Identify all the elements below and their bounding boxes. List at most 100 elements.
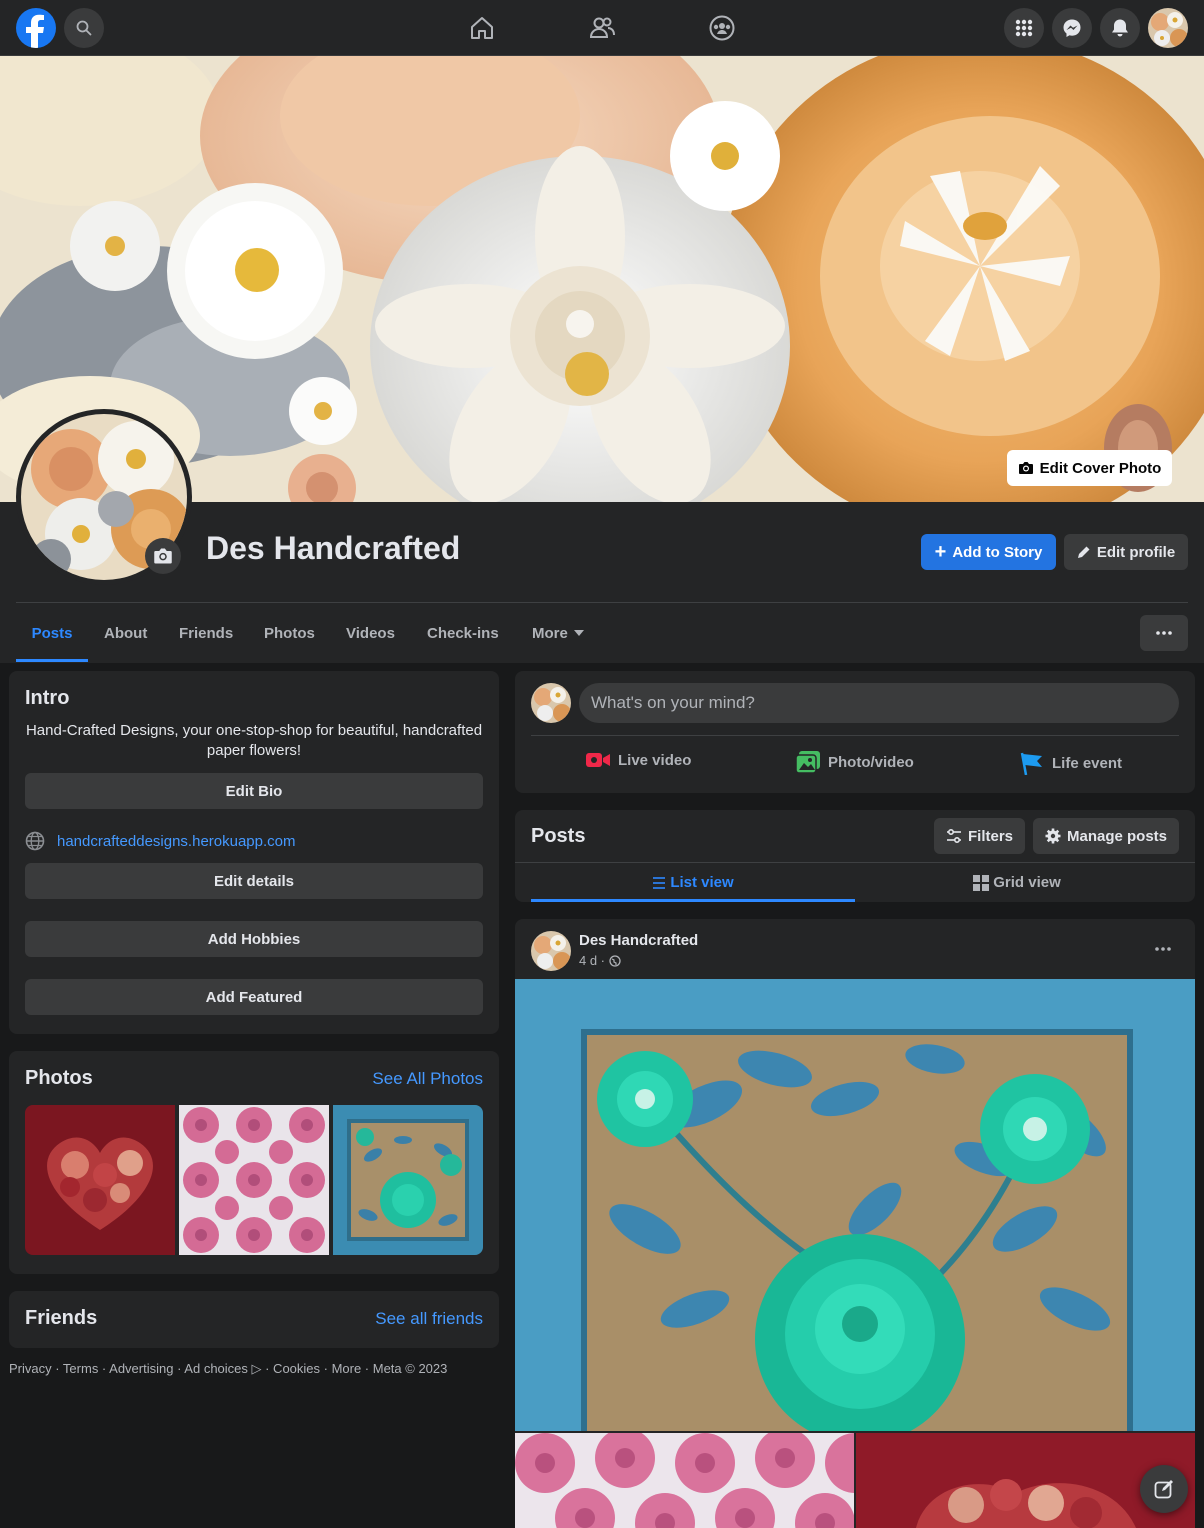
friends-card: Friends See all friends [9,1291,499,1348]
globe-icon [25,831,45,851]
grid-view-tab[interactable]: Grid view [855,863,1179,902]
friends-title: Friends [25,1307,98,1329]
friends-icon[interactable] [542,0,662,56]
public-globe-icon [609,954,621,967]
add-to-story-button[interactable]: + Add to Story [921,534,1056,570]
photo-video-button[interactable]: Photo/video [796,751,914,773]
search-icon[interactable] [64,8,104,48]
tab-about[interactable]: About [104,604,147,662]
posts-header-card: Posts Filters Manage posts List view Gri… [515,810,1195,902]
post-meta: 4 d · [579,953,621,968]
grid-view-label: Grid view [993,874,1061,891]
edit-bio-button[interactable]: Edit Bio [25,773,483,809]
manage-posts-button[interactable]: Manage posts [1033,818,1179,854]
edit-profile-button[interactable]: Edit profile [1064,534,1188,570]
notifications-icon[interactable] [1100,8,1140,48]
account-avatar[interactable] [1148,8,1188,48]
pencil-icon [1077,546,1090,558]
edit-details-button[interactable]: Edit details [25,863,483,899]
whats-on-your-mind-input[interactable]: What's on your mind? [579,683,1179,723]
website-link[interactable]: handcrafteddesigns.herokuapp.com [57,833,296,850]
edit-cover-photo-button[interactable]: Edit Cover Photo [1007,450,1172,486]
messenger-icon[interactable] [1052,8,1092,48]
bio-text: Hand-Crafted Designs, your one-stop-shop… [25,722,483,759]
profile-options-button[interactable] [1140,615,1188,651]
tab-friends[interactable]: Friends [179,604,233,662]
footer-links[interactable]: Privacy · Terms · Advertising · Ad choic… [9,1361,447,1377]
photo-video-icon [796,751,820,773]
caret-down-icon [573,630,584,636]
update-profile-picture-camera-icon[interactable] [145,538,181,574]
post-image-pink-roses[interactable] [515,1433,854,1528]
post-timestamp[interactable]: 4 d · [579,953,605,968]
home-icon[interactable] [422,0,542,56]
add-hobbies-button[interactable]: Add Hobbies [25,921,483,957]
add-featured-button[interactable]: Add Featured [25,979,483,1015]
list-icon [653,876,666,889]
divider [531,735,1179,736]
edit-cover-photo-label: Edit Cover Photo [1039,459,1162,477]
active-tab-indicator [16,659,88,662]
composer-avatar [531,683,571,723]
cover-photo [0,56,1204,502]
tab-more[interactable]: More [532,604,584,662]
tab-check-ins[interactable]: Check-ins [427,604,499,662]
edit-bio-label: Edit Bio [225,782,283,800]
post-author-name[interactable]: Des Handcrafted [579,932,698,949]
photo-thumbnail-heart[interactable] [25,1105,175,1255]
edit-details-label: Edit details [213,872,295,890]
posts-title: Posts [531,825,586,847]
edit-profile-label: Edit profile [1096,543,1176,561]
photo-thumbnail-pink-roses[interactable] [179,1105,329,1255]
compose-icon [1154,1480,1173,1499]
divider [16,602,1188,603]
facebook-logo-icon[interactable] [16,8,56,48]
add-featured-label: Add Featured [205,988,303,1006]
website-row: handcrafteddesigns.herokuapp.com [25,831,296,851]
tab-about-label: About [104,624,148,642]
groups-icon[interactable] [662,0,782,56]
ellipsis-icon [1156,631,1172,635]
intro-card: Intro Hand-Crafted Designs, your one-sto… [9,671,499,1034]
life-event-button[interactable]: Life event [1020,751,1122,775]
see-all-photos-link[interactable]: See All Photos [372,1069,483,1089]
tab-more-label: More [532,624,568,642]
new-message-button[interactable] [1140,1465,1188,1513]
post-image-teal-rose-frame[interactable] [515,979,1195,1431]
add-hobbies-label: Add Hobbies [207,930,301,948]
filters-label: Filters [967,827,1013,845]
see-all-friends-link[interactable]: See all friends [375,1309,483,1329]
top-navigation-bar [0,0,1204,56]
tab-photos-label: Photos [264,624,315,642]
photo-thumbnail-teal-rose-frame[interactable] [333,1105,483,1255]
live-video-button[interactable]: Live video [586,751,691,769]
post-author-avatar[interactable] [531,931,571,971]
add-to-story-label: Add to Story [952,543,1043,561]
tab-posts[interactable]: Posts [16,604,88,662]
tab-videos[interactable]: Videos [346,604,395,662]
camera-icon [1018,462,1033,474]
list-view-tab[interactable]: List view [531,863,855,902]
post-options-button[interactable] [1147,933,1179,965]
photos-card: Photos See All Photos [9,1051,499,1274]
menu-grid-icon[interactable] [1004,8,1044,48]
tab-posts-label: Posts [31,624,73,642]
tab-check-ins-label: Check-ins [427,624,499,642]
post-composer-card: What's on your mind? Live video Photo/vi… [515,671,1195,793]
live-video-icon [586,753,610,767]
life-event-flag-icon [1020,752,1042,775]
plus-icon: + [934,541,947,563]
composer-placeholder: What's on your mind? [591,693,755,712]
post-card: Des Handcrafted 4 d · [515,919,1195,1528]
ellipsis-icon [1155,947,1171,951]
profile-name: Des Handcrafted [206,530,461,566]
photos-title: Photos [25,1067,93,1089]
live-video-label: Live video [618,751,692,769]
intro-title: Intro [25,687,70,709]
manage-posts-label: Manage posts [1066,827,1168,845]
filters-button[interactable]: Filters [934,818,1025,854]
active-view-indicator [531,899,855,902]
life-event-label: Life event [1052,754,1123,772]
tab-photos[interactable]: Photos [264,604,315,662]
gear-icon [1045,828,1061,844]
